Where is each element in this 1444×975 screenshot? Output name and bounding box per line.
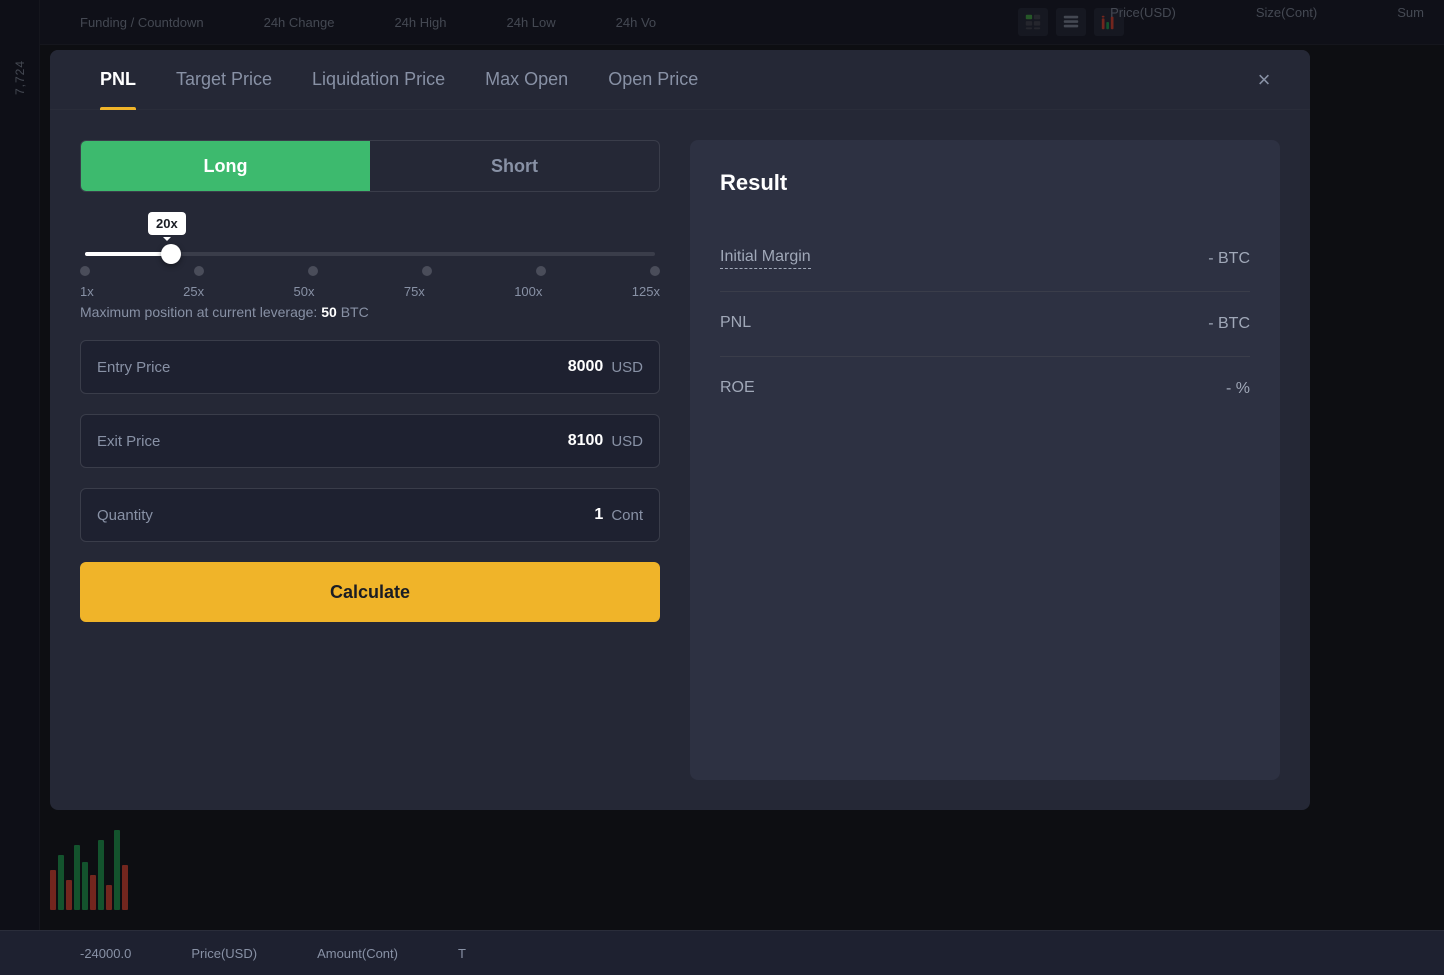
- bottom-amount-cont: Amount(Cont): [317, 946, 398, 961]
- slider-dot-50x: [308, 266, 318, 276]
- slider-thumb[interactable]: [161, 244, 181, 264]
- tab-open-price[interactable]: Open Price: [588, 50, 718, 110]
- exit-price-unit: USD: [611, 433, 643, 450]
- long-short-toggle: Long Short: [80, 140, 660, 192]
- bottom-bar: -24000.0 Price(USD) Amount(Cont) T: [0, 930, 1444, 975]
- quantity-unit: Cont: [611, 507, 643, 524]
- leverage-bubble: 20x: [148, 212, 186, 235]
- initial-margin-value: - BTC: [1208, 250, 1250, 268]
- leverage-section: 20x 1x 25x 50x 75x: [80, 212, 660, 320]
- tab-pnl[interactable]: PNL: [80, 50, 156, 110]
- close-button[interactable]: ×: [1248, 64, 1280, 96]
- quantity-field[interactable]: Quantity 1 Cont: [80, 488, 660, 542]
- long-button[interactable]: Long: [81, 141, 370, 191]
- exit-price-value: 8100: [568, 432, 604, 450]
- label-125x: 125x: [632, 284, 660, 299]
- label-1x: 1x: [80, 284, 94, 299]
- result-panel: Result Initial Margin - BTC PNL - BTC RO…: [690, 140, 1280, 780]
- max-position-text: Maximum position at current leverage: 50…: [80, 304, 660, 320]
- label-75x: 75x: [404, 284, 425, 299]
- pnl-result-row: PNL - BTC: [720, 292, 1250, 357]
- slider-dots: [80, 266, 660, 276]
- quantity-value: 1: [594, 506, 603, 524]
- slider-dot-25x: [194, 266, 204, 276]
- slider-fill: [85, 252, 171, 256]
- entry-price-label: Entry Price: [97, 359, 568, 376]
- tab-max-open[interactable]: Max Open: [465, 50, 588, 110]
- tab-bar: PNL Target Price Liquidation Price Max O…: [50, 50, 1310, 110]
- tab-target-price[interactable]: Target Price: [156, 50, 292, 110]
- bottom-negative-price: -24000.0: [80, 946, 131, 961]
- exit-price-label: Exit Price: [97, 433, 568, 450]
- short-button[interactable]: Short: [370, 141, 659, 191]
- max-position-unit: BTC: [341, 304, 369, 320]
- modal-body: Long Short 20x: [50, 110, 1310, 810]
- entry-price-value: 8000: [568, 358, 604, 376]
- left-panel: Long Short 20x: [80, 140, 660, 780]
- initial-margin-row: Initial Margin - BTC: [720, 226, 1250, 292]
- initial-margin-label: Initial Margin: [720, 248, 811, 269]
- pnl-result-label: PNL: [720, 314, 751, 334]
- slider-labels: 1x 25x 50x 75x 100x 125x: [80, 284, 660, 299]
- calculate-button[interactable]: Calculate: [80, 562, 660, 622]
- bottom-price-usd: Price(USD): [191, 946, 257, 961]
- result-title: Result: [720, 170, 1250, 196]
- slider-dot-125x: [650, 266, 660, 276]
- slider-dot-75x: [422, 266, 432, 276]
- pnl-result-value: - BTC: [1208, 315, 1250, 333]
- tab-liquidation-price[interactable]: Liquidation Price: [292, 50, 465, 110]
- roe-result-label: ROE: [720, 379, 755, 399]
- slider-track[interactable]: [85, 252, 655, 256]
- label-25x: 25x: [183, 284, 204, 299]
- slider-dot-1x: [80, 266, 90, 276]
- entry-price-unit: USD: [611, 359, 643, 376]
- bottom-col3: T: [458, 946, 466, 961]
- roe-result-row: ROE - %: [720, 357, 1250, 421]
- roe-result-value: - %: [1226, 380, 1250, 398]
- slider-dot-100x: [536, 266, 546, 276]
- entry-price-field[interactable]: Entry Price 8000 USD: [80, 340, 660, 394]
- label-50x: 50x: [293, 284, 314, 299]
- quantity-label: Quantity: [97, 507, 594, 524]
- label-100x: 100x: [514, 284, 542, 299]
- calculator-modal: PNL Target Price Liquidation Price Max O…: [50, 50, 1310, 810]
- exit-price-field[interactable]: Exit Price 8100 USD: [80, 414, 660, 468]
- max-position-value: 50: [321, 304, 337, 320]
